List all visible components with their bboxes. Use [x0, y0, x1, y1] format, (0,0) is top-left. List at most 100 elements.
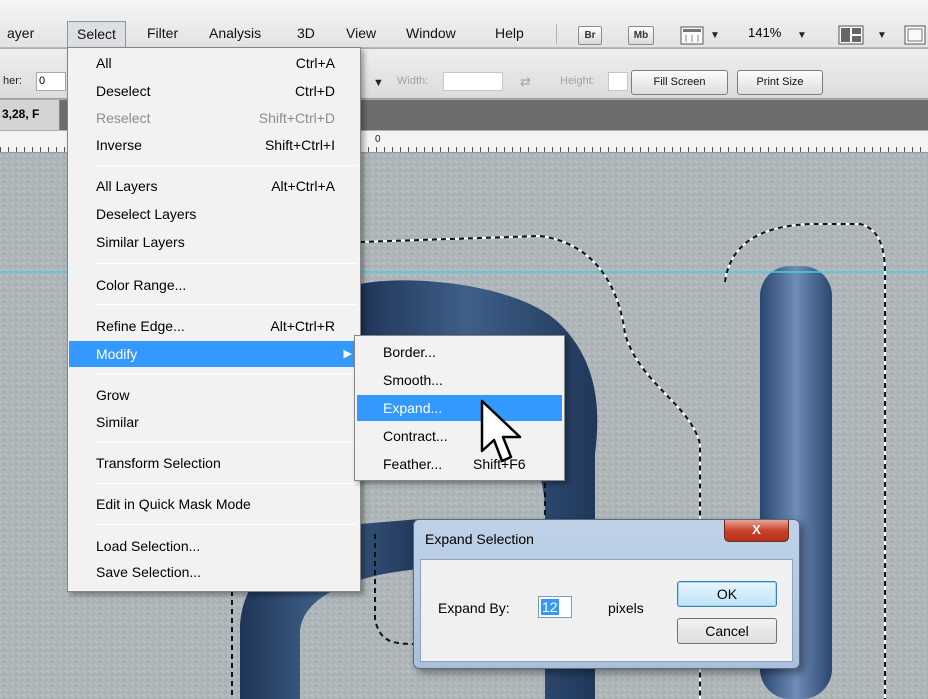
- menu-item-label: Border...: [383, 344, 436, 360]
- swap-icon[interactable]: ⇄: [520, 74, 531, 90]
- submenu-item-feather[interactable]: Feather... Shift+F6: [357, 451, 562, 477]
- dialog-body: Expand By: 12 pixels OK Cancel: [420, 559, 793, 662]
- submenu-item-border[interactable]: Border...: [357, 339, 562, 365]
- menu-item-refine-edge[interactable]: Refine Edge... Alt+Ctrl+R: [69, 313, 360, 339]
- menu-item-label: Similar Layers: [96, 234, 185, 250]
- menu-item-label: Contract...: [383, 428, 448, 444]
- ok-button[interactable]: OK: [677, 581, 777, 607]
- menu-item-label: Edit in Quick Mask Mode: [96, 496, 251, 512]
- menu-item-color-range[interactable]: Color Range...: [69, 272, 360, 298]
- units-label: pixels: [608, 600, 644, 616]
- menu-analysis[interactable]: Analysis: [202, 21, 268, 47]
- menu-3d[interactable]: 3D: [290, 21, 322, 47]
- menu-item-deselect-layers[interactable]: Deselect Layers: [69, 201, 360, 227]
- modify-submenu: Border... Smooth... Expand... Contract..…: [354, 335, 565, 481]
- menu-item-shortcut: Shift+Ctrl+D: [258, 110, 335, 126]
- mini-bridge-button[interactable]: Mb: [628, 26, 654, 45]
- expand-by-input[interactable]: 12: [538, 596, 572, 618]
- menu-item-shortcut: Ctrl+D: [294, 83, 335, 99]
- menu-item-inverse[interactable]: Inverse Shift+Ctrl+I: [69, 132, 360, 158]
- menu-item-shortcut: Shift+Ctrl+I: [264, 137, 335, 153]
- document-tab[interactable]: 3,28, F: [0, 100, 60, 130]
- bridge-button[interactable]: Br: [578, 26, 602, 45]
- arrange-documents-icon[interactable]: [838, 25, 864, 45]
- menu-item-similar[interactable]: Similar: [69, 409, 360, 435]
- menu-item-all[interactable]: All Ctrl+A: [69, 50, 360, 76]
- submenu-item-smooth[interactable]: Smooth...: [357, 367, 562, 393]
- menu-item-label: Smooth...: [383, 372, 443, 388]
- width-input[interactable]: [443, 72, 503, 91]
- width-label: Width:: [397, 75, 429, 87]
- ruler-zero-label: 0: [375, 134, 381, 145]
- menu-separator: [95, 165, 357, 166]
- submenu-arrow-icon: ▶: [343, 348, 352, 360]
- menu-select[interactable]: Select: [67, 21, 126, 47]
- menu-item-label: Similar: [96, 414, 139, 430]
- menu-item-shortcut: Alt+Ctrl+A: [271, 178, 335, 194]
- menu-item-label: Refine Edge...: [96, 318, 185, 334]
- feather-label: her:: [3, 75, 22, 87]
- menu-item-shortcut: Ctrl+A: [295, 55, 335, 71]
- menu-layer[interactable]: ayer: [0, 21, 41, 47]
- fill-screen-button[interactable]: Fill Screen: [631, 70, 728, 95]
- expand-selection-dialog: Expand Selection X Expand By: 12 pixels …: [413, 519, 800, 669]
- menu-item-label: Expand...: [383, 400, 443, 416]
- menu-item-shortcut: Alt+Ctrl+R: [270, 318, 335, 334]
- menu-item-label: Save Selection...: [96, 564, 202, 580]
- expand-by-label: Expand By:: [438, 600, 510, 616]
- menu-item-load-selection[interactable]: Load Selection...: [69, 533, 360, 559]
- dialog-title: Expand Selection: [425, 531, 534, 547]
- menu-separator: [95, 263, 357, 264]
- chevron-down-icon[interactable]: ▼: [797, 30, 807, 41]
- expand-by-value: 12: [541, 599, 559, 615]
- zoom-level[interactable]: 141%: [748, 25, 781, 40]
- menu-item-label: All Layers: [96, 178, 158, 194]
- menu-item-deselect[interactable]: Deselect Ctrl+D: [69, 78, 360, 104]
- menu-item-label: Feather...: [383, 456, 443, 472]
- menu-item-label: Grow: [96, 387, 130, 403]
- menu-bar: ayer Select Filter Analysis 3D View Wind…: [0, 0, 928, 48]
- screen-mode-icon[interactable]: [904, 25, 926, 45]
- menu-item-similar-layers[interactable]: Similar Layers: [69, 229, 360, 255]
- menu-window[interactable]: Window: [399, 21, 463, 47]
- menu-separator: [95, 524, 357, 525]
- chevron-down-icon[interactable]: ▼: [710, 30, 720, 41]
- menu-item-label: Modify: [96, 346, 138, 362]
- height-input[interactable]: [608, 72, 628, 91]
- menu-separator: [95, 442, 357, 443]
- mouse-pointer-icon: [478, 399, 528, 477]
- menu-separator: [556, 24, 557, 44]
- menu-filter[interactable]: Filter: [140, 21, 185, 47]
- select-menu-dropdown: All Ctrl+A Deselect Ctrl+D Reselect Shif…: [67, 47, 361, 592]
- submenu-item-expand[interactable]: Expand...: [357, 395, 562, 421]
- menu-item-label: Load Selection...: [96, 538, 201, 554]
- menu-item-label: All: [96, 55, 112, 71]
- print-size-button[interactable]: Print Size: [737, 70, 823, 95]
- menu-item-all-layers[interactable]: All Layers Alt+Ctrl+A: [69, 173, 360, 199]
- height-label: Height:: [560, 75, 595, 87]
- menu-item-modify[interactable]: Modify ▶: [69, 341, 360, 367]
- menu-item-label: Reselect: [96, 110, 151, 126]
- chevron-down-icon[interactable]: ▼: [877, 30, 887, 41]
- extras-icon[interactable]: [680, 26, 704, 45]
- menu-separator: [95, 304, 357, 305]
- menu-item-grow[interactable]: Grow: [69, 382, 360, 408]
- submenu-item-contract[interactable]: Contract...: [357, 423, 562, 449]
- menu-item-quick-mask[interactable]: Edit in Quick Mask Mode: [69, 491, 360, 517]
- feather-input[interactable]: 0: [36, 72, 66, 91]
- menu-item-label: Transform Selection: [96, 455, 221, 471]
- menu-separator: [95, 483, 357, 484]
- cancel-button[interactable]: Cancel: [677, 618, 777, 644]
- menu-item-save-selection[interactable]: Save Selection...: [69, 559, 360, 585]
- menu-help[interactable]: Help: [488, 21, 531, 47]
- menu-item-label: Inverse: [96, 137, 142, 153]
- close-button[interactable]: X: [724, 520, 789, 542]
- chevron-down-icon[interactable]: ▼: [373, 77, 384, 89]
- menu-item-label: Deselect: [96, 83, 151, 99]
- menu-item-transform-selection[interactable]: Transform Selection: [69, 450, 360, 476]
- menu-separator: [95, 373, 357, 374]
- menu-item-label: Deselect Layers: [96, 206, 197, 222]
- menu-item-label: Color Range...: [96, 277, 187, 293]
- menu-item-reselect[interactable]: Reselect Shift+Ctrl+D: [69, 105, 360, 131]
- menu-view[interactable]: View: [339, 21, 383, 47]
